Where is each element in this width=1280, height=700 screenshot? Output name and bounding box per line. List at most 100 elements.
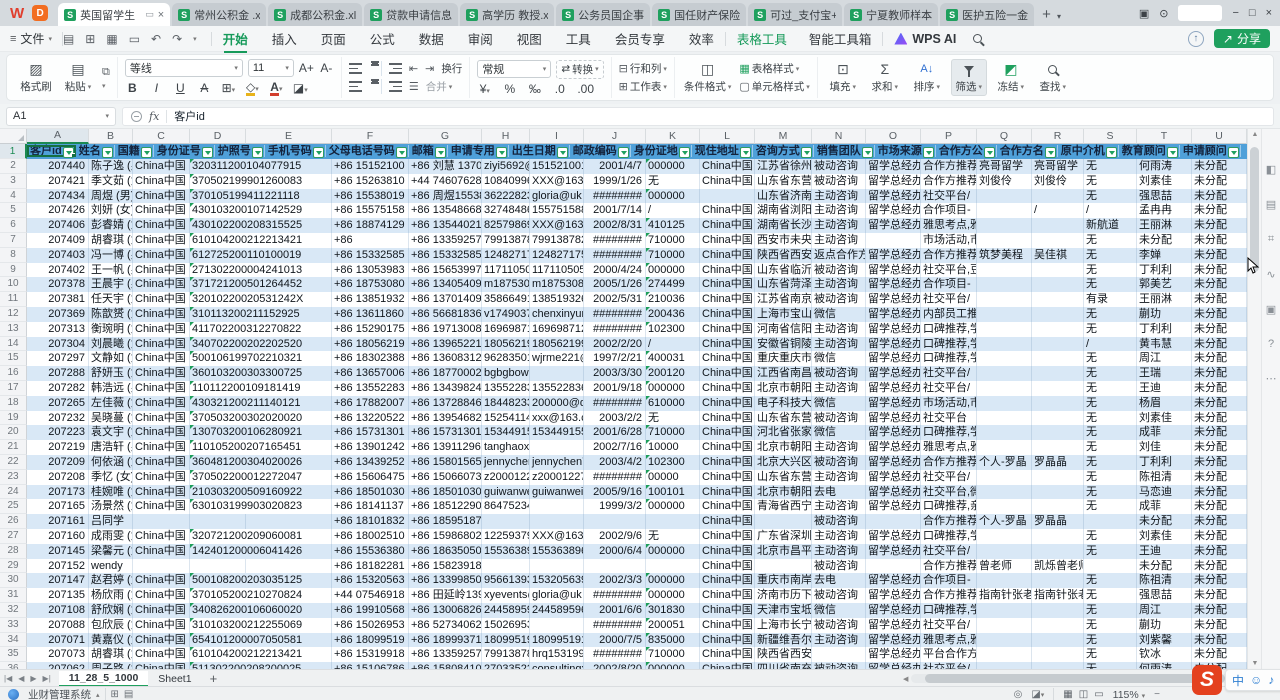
cell[interactable] (646, 559, 700, 574)
header-cell[interactable]: 姓名 (76, 145, 115, 157)
cell[interactable]: 未分配 (1192, 603, 1247, 618)
cell[interactable]: 杨眉 (1137, 396, 1192, 411)
cell[interactable]: +86 1533258500 (409, 248, 482, 263)
cell[interactable]: 未分配 (1192, 337, 1247, 352)
cell[interactable]: 135522836 (530, 381, 584, 396)
cell[interactable]: 207147 (27, 573, 89, 588)
cell[interactable]: 169698712 (530, 322, 584, 337)
cell[interactable]: chenxinyur (530, 307, 584, 322)
cell[interactable]: ######## (584, 248, 646, 263)
row-number[interactable]: 34 (0, 633, 27, 648)
cell[interactable]: China中国 (700, 499, 755, 514)
cell[interactable]: 2002/5/31 (584, 292, 646, 307)
cell[interactable]: 2001/7/14 (584, 203, 646, 218)
row-number[interactable]: 35 (0, 647, 27, 662)
cell[interactable] (1032, 337, 1084, 352)
document-tab-6[interactable]: S公务员国企事业单 (556, 3, 650, 26)
cell[interactable]: 桂婉唯 (女 (89, 485, 133, 500)
cell[interactable] (977, 337, 1032, 352)
cell[interactable] (977, 203, 1032, 218)
cell[interactable]: 271302200004241013 (190, 263, 246, 278)
cell[interactable]: 未分配 (1192, 159, 1247, 174)
row-number[interactable]: 10 (0, 277, 27, 292)
cell[interactable]: 湖南省长沙 (755, 218, 812, 233)
sidebar-panel-icon[interactable]: ◧ (1266, 163, 1276, 176)
cell[interactable]: +86 13053983 (332, 263, 409, 278)
cell[interactable]: +86 田延岭1395 (409, 588, 482, 603)
cell[interactable] (866, 514, 921, 529)
cell[interactable]: 无 (1084, 529, 1137, 544)
cell[interactable]: 未分配 (1192, 263, 1247, 278)
cell[interactable]: +86 1863505000 (409, 544, 482, 559)
cell[interactable]: 未分配 (1137, 514, 1192, 529)
cell[interactable]: 610104200212213421 (190, 233, 246, 248)
align-left-icon[interactable] (349, 81, 362, 92)
cell[interactable]: 未分配 (1192, 174, 1247, 189)
cell[interactable]: +86 56681836 (409, 307, 482, 322)
cell[interactable]: 河北省张家 (755, 425, 812, 440)
cell[interactable]: 社交平台/ (921, 470, 977, 485)
cell[interactable] (977, 351, 1032, 366)
cell[interactable]: 无 (646, 174, 700, 189)
cell[interactable]: 340702200202202520 (190, 337, 246, 352)
cell[interactable]: +86 13851932 (332, 292, 409, 307)
cell[interactable]: tanghaoxu (482, 440, 530, 455)
cell[interactable]: +86 1360831276 (409, 351, 482, 366)
chevron-down-icon[interactable]: ▾ (193, 35, 197, 43)
row-number[interactable]: 4 (0, 189, 27, 204)
cell[interactable]: China中国 (700, 159, 755, 174)
share-button[interactable]: ↗ 分享 (1214, 29, 1270, 48)
cell[interactable]: 152541145 (482, 411, 530, 426)
cell[interactable] (1032, 381, 1084, 396)
cell[interactable]: +86 18302388 (332, 351, 409, 366)
cell[interactable]: 无 (1084, 544, 1137, 559)
cell[interactable]: gloria@uk (530, 189, 584, 204)
globe-icon[interactable]: ⊙ (1159, 7, 1168, 20)
cell[interactable]: 留学总经办 (866, 292, 921, 307)
menu-tab-会员专享[interactable]: 会员专享 (604, 25, 676, 52)
cell[interactable]: 雅思考点,雅 (921, 633, 977, 648)
cell[interactable]: 留学总经办 (866, 544, 921, 559)
cell[interactable]: 周江 (1137, 603, 1192, 618)
cell[interactable]: 207108 (27, 603, 89, 618)
cell[interactable] (1032, 233, 1084, 248)
cell[interactable] (1032, 603, 1084, 618)
cell[interactable] (646, 514, 700, 529)
cell[interactable]: 360103200303300725 (190, 366, 246, 381)
cell[interactable]: 612725200110100019 (190, 248, 246, 263)
minimize-button[interactable]: − (1232, 7, 1238, 19)
cell[interactable]: 留学总经办 (866, 174, 921, 189)
cell[interactable]: China中国 (700, 322, 755, 337)
cell[interactable]: 1997/2/21 (584, 351, 646, 366)
cell[interactable] (1032, 292, 1084, 307)
cell[interactable]: 留学总经办 (866, 499, 921, 514)
cell[interactable]: 留学总经办 (866, 337, 921, 352)
row-number[interactable]: 26 (0, 514, 27, 529)
cell[interactable]: 210303200509160922 (190, 485, 246, 500)
align-top-icon[interactable] (349, 63, 362, 74)
cell[interactable] (1032, 499, 1084, 514)
cell[interactable]: 32010220020531242X (190, 292, 246, 307)
cell[interactable]: China中国 (700, 662, 755, 669)
promo-box[interactable] (1178, 5, 1222, 21)
cell[interactable] (977, 277, 1032, 292)
cell[interactable] (977, 633, 1032, 648)
cell[interactable]: +86 18101832 (332, 514, 409, 529)
cell[interactable]: 无 (1084, 440, 1137, 455)
cell[interactable]: China中国 (133, 337, 190, 352)
column-header-H[interactable]: H (482, 129, 530, 144)
cell[interactable]: 上海市宝山 (755, 307, 812, 322)
cell[interactable]: 舒妍玉 (女 (89, 366, 133, 381)
help-icon[interactable]: ? (1268, 338, 1274, 350)
cell[interactable]: 108409964 (482, 174, 530, 189)
cell[interactable]: 未分配 (1192, 233, 1247, 248)
cell[interactable]: 去电 (812, 573, 866, 588)
cell[interactable]: 18448233 (482, 396, 530, 411)
cell[interactable]: +86 15106786 (332, 662, 409, 669)
cell[interactable]: 274499 (646, 277, 700, 292)
row-number[interactable]: 29 (0, 559, 27, 574)
sidebar-tools-icon[interactable]: ⌗ (1268, 233, 1274, 246)
cell[interactable] (755, 559, 812, 574)
cell-style-button[interactable]: ▢单元格样式▾ (739, 79, 809, 94)
cell[interactable]: 未分配 (1137, 559, 1192, 574)
